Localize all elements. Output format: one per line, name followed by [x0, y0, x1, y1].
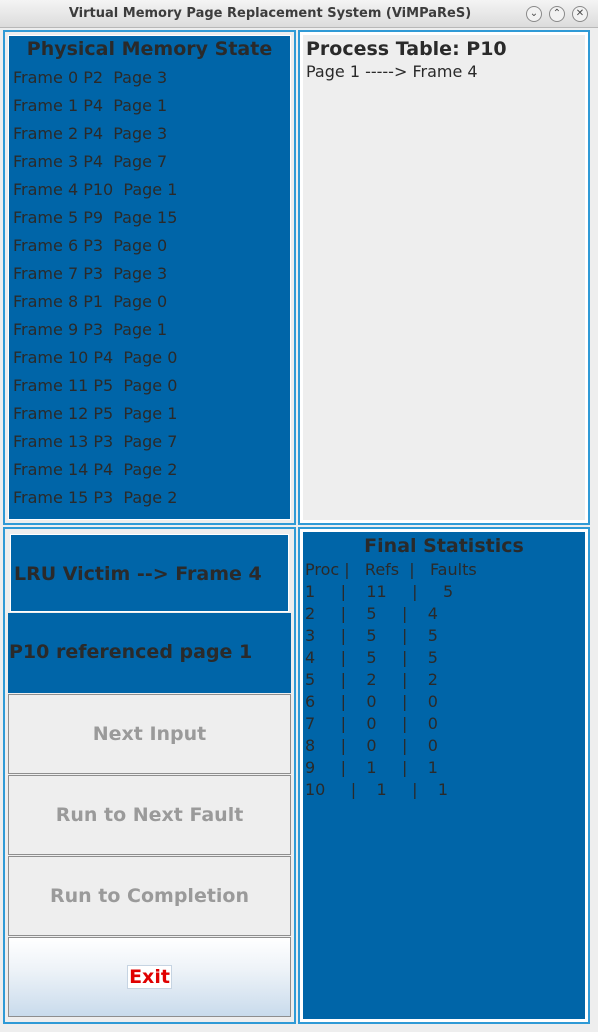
final-statistics-area: Final Statistics Proc | Refs | Faults 1 … — [303, 532, 585, 1019]
window-titlebar: Virtual Memory Page Replacement System (… — [0, 0, 598, 28]
close-icon[interactable]: ✕ — [572, 6, 588, 22]
exit-label: Exit — [127, 965, 172, 989]
maximize-icon[interactable]: ⌃ — [549, 6, 565, 22]
frame-row: Frame 8 P1 Page 0 — [13, 292, 168, 311]
statistics-row: 9 | 1 | 1 — [305, 758, 438, 777]
final-statistics-title: Final Statistics — [364, 535, 524, 557]
physical-memory-title: Physical Memory State — [26, 38, 273, 60]
process-table-title: Process Table: P10 — [306, 38, 507, 60]
statistics-row: 8 | 0 | 0 — [305, 736, 438, 755]
process-table-area: Process Table: P10 Page 1 -----> Frame 4 — [303, 35, 585, 520]
process-table-row: Page 1 -----> Frame 4 — [306, 62, 478, 81]
reference-label: P10 referenced page 1 — [9, 641, 253, 663]
statistics-row: 1 | 11 | 5 — [305, 582, 454, 601]
frame-row: Frame 12 P5 Page 1 — [13, 404, 178, 423]
statistics-header: Proc | Refs | Faults — [305, 560, 477, 579]
victim-label: LRU Victim --> Frame 4 — [14, 563, 262, 585]
window-title: Virtual Memory Page Replacement System (… — [68, 6, 472, 21]
frame-row: Frame 14 P4 Page 2 — [13, 460, 178, 479]
frame-row: Frame 10 P4 Page 0 — [13, 348, 178, 367]
frame-row: Frame 3 P4 Page 7 — [13, 152, 168, 171]
statistics-row: 2 | 5 | 4 — [305, 604, 438, 623]
run-to-completion-button[interactable]: Run to Completion — [8, 856, 291, 936]
run-to-next-fault-button[interactable]: Run to Next Fault — [8, 775, 291, 855]
main-window: Physical Memory State Frame 0 P2 Page 3 … — [0, 28, 598, 1032]
final-statistics-panel: Final Statistics Proc | Refs | Faults 1 … — [298, 527, 590, 1024]
statistics-row: 7 | 0 | 0 — [305, 714, 438, 733]
frame-row: Frame 1 P4 Page 1 — [13, 96, 168, 115]
frame-row: Frame 0 P2 Page 3 — [13, 68, 168, 87]
reference-status: P10 referenced page 1 — [8, 613, 291, 693]
control-panel: LRU Victim --> Frame 4 P10 referenced pa… — [3, 527, 296, 1024]
frame-row: Frame 4 P10 Page 1 — [13, 180, 178, 199]
statistics-list: Proc | Refs | Faults 1 | 11 | 5 2 | 5 | … — [305, 559, 477, 801]
physical-memory-area: Physical Memory State Frame 0 P2 Page 3 … — [8, 35, 291, 520]
physical-memory-panel: Physical Memory State Frame 0 P2 Page 3 … — [3, 30, 296, 525]
statistics-row: 4 | 5 | 5 — [305, 648, 438, 667]
minimize-icon[interactable]: ⌄ — [526, 6, 542, 22]
victim-status: LRU Victim --> Frame 4 — [10, 534, 289, 612]
frame-row: Frame 6 P3 Page 0 — [13, 236, 168, 255]
frame-row: Frame 13 P3 Page 7 — [13, 432, 178, 451]
exit-button[interactable]: Exit — [8, 937, 291, 1017]
statistics-row: 6 | 0 | 0 — [305, 692, 438, 711]
next-input-button[interactable]: Next Input — [8, 694, 291, 774]
frame-row: Frame 2 P4 Page 3 — [13, 124, 168, 143]
statistics-row: 3 | 5 | 5 — [305, 626, 438, 645]
frame-row: Frame 15 P3 Page 2 — [13, 488, 178, 507]
frame-row: Frame 7 P3 Page 3 — [13, 264, 168, 283]
frame-list: Frame 0 P2 Page 3 Frame 1 P4 Page 1 Fram… — [13, 66, 177, 514]
process-table-panel: Process Table: P10 Page 1 -----> Frame 4 — [298, 30, 590, 525]
frame-row: Frame 11 P5 Page 0 — [13, 376, 178, 395]
statistics-row: 10 | 1 | 1 — [305, 780, 449, 799]
frame-row: Frame 9 P3 Page 1 — [13, 320, 168, 339]
statistics-row: 5 | 2 | 2 — [305, 670, 438, 689]
frame-row: Frame 5 P9 Page 15 — [13, 208, 178, 227]
